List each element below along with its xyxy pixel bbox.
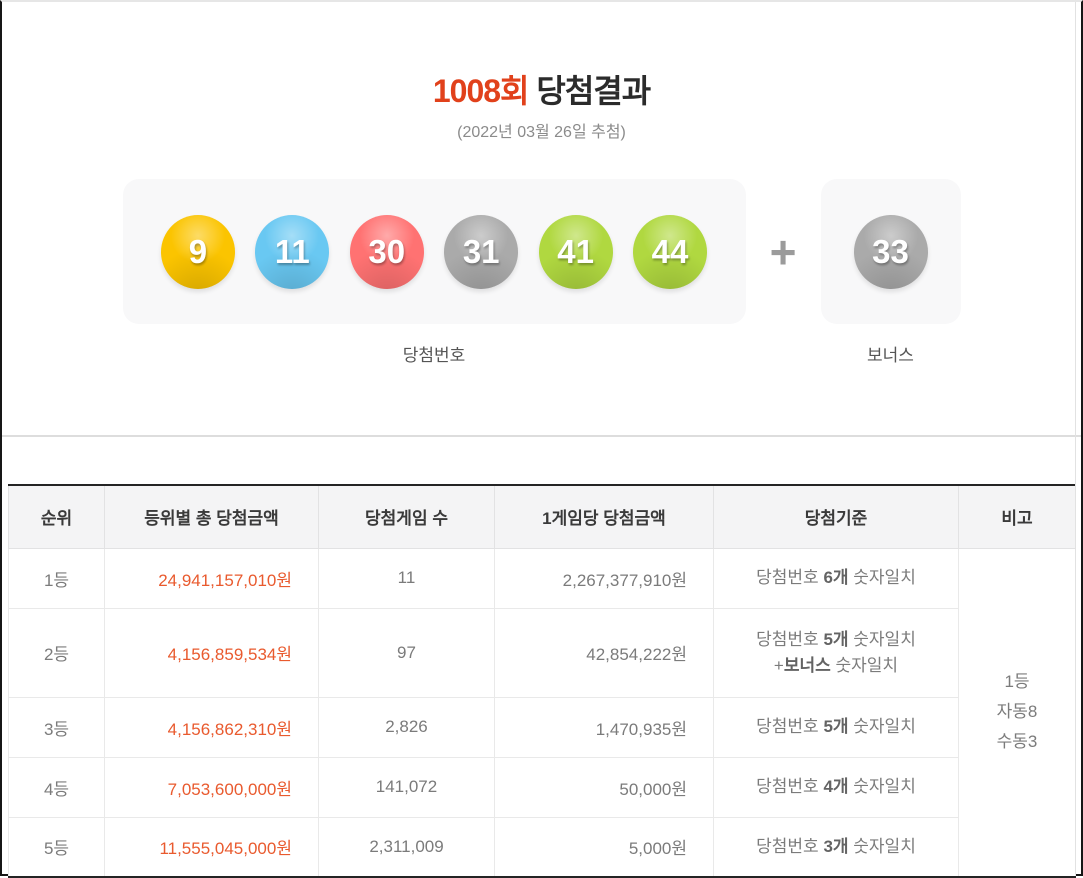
bonus-ball-33: 33 [853, 214, 928, 289]
cell-amount-total: 7,053,600,000원 [104, 756, 319, 818]
cell-criteria: 당첨번호 4개 숫자일치 [713, 756, 959, 818]
section-divider [2, 435, 1081, 437]
cell-rank: 3등 [8, 696, 105, 758]
cell-rank: 1등 [8, 547, 105, 609]
cell-note: 1등 자동8 수동3 [958, 547, 1076, 878]
cell-amount-total: 4,156,862,310원 [104, 696, 319, 758]
plus-icon: + [769, 225, 797, 278]
bonus-label: 보너스 [867, 346, 914, 365]
cell-games: 2,826 [318, 696, 495, 758]
result-header: 1008회 당첨결과 (2022년 03월 26일 추첨) [2, 2, 1081, 142]
cell-amount-per: 2,267,377,910원 [494, 547, 714, 609]
winning-ball-9: 9 [160, 214, 235, 289]
winning-numbers-label: 당첨번호 [402, 346, 466, 365]
cell-amount-total: 24,941,157,010원 [104, 547, 319, 609]
plus-wrap: + [746, 229, 821, 275]
prize-table: 순위 등위별 총 당첨금액 당첨게임 수 1게임당 당첨금액 당첨기준 비고 1등 24,9… [8, 484, 1076, 878]
cell-rank: 2등 [8, 607, 105, 698]
cell-games: 141,072 [318, 756, 495, 818]
cell-games: 97 [318, 607, 495, 698]
cell-criteria: 당첨번호 5개 숫자일치 +보너스 숫자일치 [713, 607, 959, 698]
page-right-border-line [1075, 2, 1076, 874]
prize-table-body: 1등 24,941,157,010원 11 2,267,377,910원 당첨번호 6개… [8, 547, 1076, 878]
winning-ball-11: 11 [255, 214, 330, 289]
cell-criteria: 당첨번호 5개 숫자일치 [713, 696, 959, 758]
table-row: 4등 7,053,600,000원 141,072 50,000원 당첨번호 4개 숫자… [8, 756, 1076, 818]
cell-games: 2,311,009 [318, 816, 495, 878]
prize-table-header-row: 순위 등위별 총 당첨금액 당첨게임 수 1게임당 당첨금액 당첨기준 비고 [8, 485, 1076, 549]
bonus-box: 33 [820, 179, 961, 324]
column-header-4: 당첨기준 [713, 485, 959, 549]
winning-ball-30: 30 [349, 214, 424, 289]
cell-games: 11 [318, 547, 495, 609]
label-gap [746, 341, 821, 366]
cell-amount-per: 42,854,222원 [494, 607, 714, 698]
cell-rank: 5등 [8, 816, 105, 878]
column-header-2: 당첨게임 수 [318, 485, 495, 549]
draw-date: (2022년 03월 26일 추첨) [457, 124, 626, 141]
table-row: 2등 4,156,859,534원 97 42,854,222원 당첨번호 5개 숫자일… [8, 607, 1076, 698]
winning-ball-41: 41 [538, 214, 613, 289]
cell-amount-total: 4,156,859,534원 [104, 607, 319, 698]
title-text: 당첨결과 [528, 73, 651, 109]
table-row: 5등 11,555,045,000원 2,311,009 5,000원 당첨번호 3개 … [8, 816, 1076, 878]
table-row: 1등 24,941,157,010원 11 2,267,377,910원 당첨번호 6개… [8, 547, 1076, 878]
column-header-5: 비고 [958, 485, 1076, 549]
round-number: 1008회 [432, 73, 530, 109]
cell-criteria: 당첨번호 6개 숫자일치 [713, 547, 959, 609]
cell-rank: 4등 [8, 756, 105, 818]
cell-amount-per: 50,000원 [494, 756, 714, 818]
cell-amount-total: 11,555,045,000원 [104, 816, 319, 878]
draw-numbers-section: 9 11 30 31 41 44 + 33 [2, 179, 1081, 324]
cell-amount-per: 1,470,935원 [494, 696, 714, 758]
column-header-1: 등위별 총 당첨금액 [104, 485, 319, 549]
cell-criteria: 당첨번호 3개 숫자일치 [713, 816, 959, 878]
column-header-3: 1게임당 당첨금액 [494, 485, 714, 549]
winning-numbers-box: 9 11 30 31 41 44 [122, 179, 746, 324]
winning-ball-31: 31 [444, 214, 519, 289]
column-header-0: 순위 [8, 485, 105, 549]
page-title: 1008회 당첨결과 [2, 72, 1081, 110]
ball-labels-row: 당첨번호 보너스 [2, 341, 1081, 366]
winning-ball-44: 44 [633, 214, 708, 289]
cell-amount-per: 5,000원 [494, 816, 714, 878]
table-row: 3등 4,156,862,310원 2,826 1,470,935원 당첨번호 5개 숫… [8, 696, 1076, 758]
